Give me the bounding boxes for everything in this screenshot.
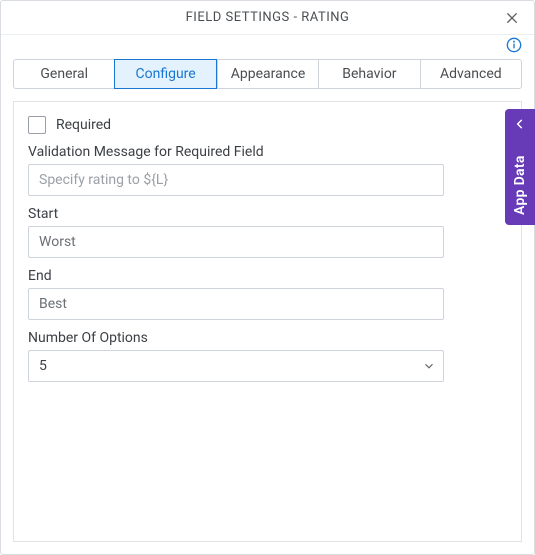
chevron-left-icon — [513, 117, 527, 131]
dialog-title: FIELD SETTINGS - RATING — [186, 10, 350, 25]
titlebar: FIELD SETTINGS - RATING — [1, 1, 534, 35]
required-row: Required — [28, 116, 507, 134]
tab-advanced[interactable]: Advanced — [420, 59, 522, 89]
tab-general[interactable]: General — [13, 59, 114, 89]
validation-message-input[interactable] — [28, 164, 444, 196]
close-button[interactable] — [496, 1, 528, 35]
tabs: General Configure Appearance Behavior Ad… — [13, 59, 522, 89]
tab-appearance[interactable]: Appearance — [217, 59, 318, 89]
end-label: End — [28, 268, 507, 284]
num-options-label: Number Of Options — [28, 330, 507, 346]
tab-behavior[interactable]: Behavior — [318, 59, 419, 89]
num-options-select-wrap: 5 — [28, 350, 444, 382]
configure-panel: Required Validation Message for Required… — [13, 101, 522, 542]
close-icon — [504, 10, 520, 26]
field-settings-dialog: FIELD SETTINGS - RATING General Configur… — [0, 0, 535, 555]
info-row — [1, 35, 534, 55]
app-data-label: App Data — [512, 135, 528, 225]
start-input[interactable] — [28, 226, 444, 258]
app-data-tab[interactable]: App Data — [505, 109, 535, 225]
validation-label: Validation Message for Required Field — [28, 144, 507, 160]
num-options-select[interactable]: 5 — [28, 350, 444, 382]
info-icon[interactable] — [506, 37, 522, 53]
required-label: Required — [56, 117, 111, 133]
tab-configure[interactable]: Configure — [114, 59, 216, 89]
required-checkbox[interactable] — [28, 116, 46, 134]
end-input[interactable] — [28, 288, 444, 320]
start-label: Start — [28, 206, 507, 222]
